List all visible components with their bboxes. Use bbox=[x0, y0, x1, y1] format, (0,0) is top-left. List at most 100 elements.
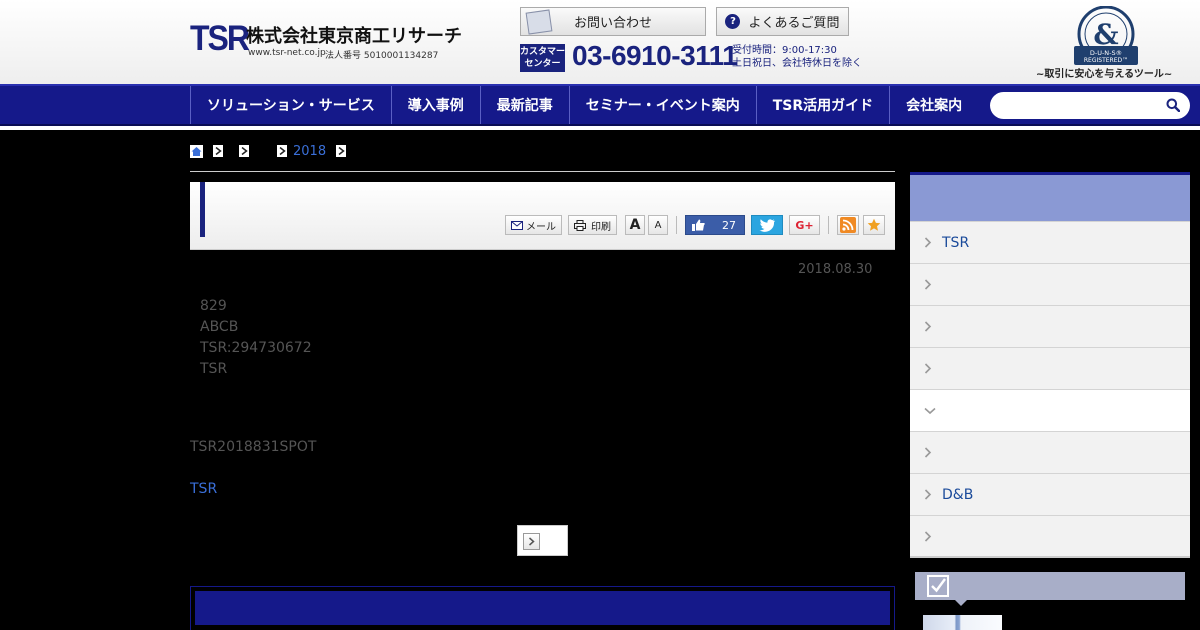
chevron-right-icon bbox=[924, 237, 932, 248]
customer-center-phone[interactable]: 03-6910-3111 bbox=[572, 40, 738, 72]
font-size-small-button[interactable]: A bbox=[648, 215, 668, 235]
sidebar-item-6[interactable] bbox=[910, 431, 1190, 473]
nav-underline bbox=[0, 126, 1200, 130]
twitter-share-button[interactable] bbox=[751, 215, 783, 235]
checklist-thumbnail[interactable] bbox=[923, 615, 1002, 630]
article-note: TSR2018831SPOT bbox=[190, 439, 317, 455]
chevron-right-icon bbox=[239, 145, 249, 157]
title-rule bbox=[190, 171, 895, 172]
article-line-1: 829 bbox=[200, 298, 227, 314]
home-icon[interactable] bbox=[190, 144, 203, 158]
chevron-right-icon bbox=[523, 533, 540, 550]
tool-separator bbox=[828, 216, 829, 234]
site-url: www.tsr-net.co.jp bbox=[248, 48, 326, 58]
logo-mark: TSR bbox=[190, 18, 250, 58]
checkbox-icon bbox=[927, 575, 949, 597]
chevron-right-icon bbox=[924, 447, 932, 458]
sidebar-header bbox=[910, 175, 1190, 221]
sidebar-item-tsr[interactable]: TSR bbox=[910, 221, 1190, 263]
sidebar-item-label: D&B bbox=[942, 486, 974, 503]
sidebar-item-label: TSR bbox=[942, 234, 970, 251]
article-line-4: TSR bbox=[200, 361, 228, 377]
chevron-right-icon bbox=[924, 531, 932, 542]
search-icon[interactable] bbox=[1166, 98, 1180, 112]
thumbs-up-icon bbox=[692, 219, 705, 231]
breadcrumb: 2018 bbox=[190, 143, 352, 159]
contact-button[interactable]: お問い合わせ bbox=[520, 7, 706, 36]
faq-button[interactable]: ? よくあるご質問 bbox=[716, 7, 849, 36]
nav-item-solutions[interactable]: ソリューション・サービス bbox=[190, 86, 391, 124]
mail-icon bbox=[511, 220, 523, 230]
related-panel bbox=[190, 586, 895, 630]
font-size-large-button[interactable]: A bbox=[625, 215, 645, 235]
sidebar-item-8[interactable] bbox=[910, 515, 1190, 557]
mail-label: メール bbox=[526, 221, 556, 233]
article-title-bar: メール 印刷 A A 27 G+ bbox=[190, 182, 895, 250]
corporate-number: 法人番号 5010001134287 bbox=[325, 51, 439, 61]
sidebar-item-dnb[interactable]: D&B bbox=[910, 473, 1190, 515]
print-icon bbox=[574, 219, 586, 231]
favorite-button[interactable] bbox=[863, 215, 885, 235]
nav-item-latest-articles[interactable]: 最新記事 bbox=[479, 86, 569, 124]
search-box bbox=[990, 92, 1190, 119]
article-tools: メール 印刷 A A 27 G+ bbox=[505, 214, 891, 236]
related-panel-header bbox=[195, 591, 890, 625]
customer-center-hours: 受付時間：9:00-17:30 土日祝日、会社特休日を除く bbox=[732, 44, 862, 70]
site-header: TSR 株式会社東京商工リサーチ www.tsr-net.co.jp 法人番号 … bbox=[0, 0, 1200, 84]
contact-button-label: お問い合わせ bbox=[573, 16, 652, 31]
chevron-right-icon bbox=[924, 489, 932, 500]
checklist-header-notch bbox=[955, 600, 967, 606]
title-accent-bar bbox=[200, 182, 205, 237]
chevron-right-icon bbox=[924, 363, 932, 374]
chevron-right-icon bbox=[924, 321, 932, 332]
duns-registered-seal-icon[interactable]: & D-U-N-S® REGISTERED™ bbox=[1072, 6, 1140, 66]
article-line-2: ABCB bbox=[200, 319, 239, 335]
sidebar-item-4[interactable] bbox=[910, 347, 1190, 389]
site-logo[interactable]: TSR 株式会社東京商工リサーチ www.tsr-net.co.jp 法人番号 … bbox=[190, 18, 462, 63]
print-label: 印刷 bbox=[591, 221, 611, 233]
facebook-like-button[interactable]: 27 bbox=[685, 215, 745, 235]
sidebar-item-3[interactable] bbox=[910, 305, 1190, 347]
article-more-button[interactable] bbox=[517, 525, 568, 556]
tool-separator bbox=[676, 216, 677, 234]
holidays-text: 土日祝日、会社特休日を除く bbox=[732, 58, 862, 69]
faq-button-label: よくあるご質問 bbox=[748, 16, 840, 31]
customer-center-badge: カスタマー センター bbox=[520, 44, 565, 72]
global-nav: ソリューション・サービス 導入事例 最新記事 セミナー・イベント案内 TSR活用… bbox=[0, 84, 1200, 126]
breadcrumb-year[interactable]: 2018 bbox=[293, 144, 326, 159]
like-count: 27 bbox=[722, 218, 736, 232]
sidebar-item-5-expanded[interactable] bbox=[910, 389, 1190, 431]
print-button[interactable]: 印刷 bbox=[568, 215, 617, 235]
search-input[interactable] bbox=[1002, 92, 1167, 119]
nav-item-guide[interactable]: TSR活用ガイド bbox=[755, 86, 889, 124]
customer-center-line1: カスタマー bbox=[520, 47, 566, 57]
sidebar-item-2[interactable] bbox=[910, 263, 1190, 305]
svg-text:D-U-N-S®: D-U-N-S® bbox=[1090, 49, 1122, 57]
twitter-bird-icon bbox=[759, 218, 775, 232]
sidebar-menu: TSR D&B bbox=[910, 172, 1190, 558]
mail-share-button[interactable]: メール bbox=[505, 215, 562, 235]
article-line-3: TSR:294730672 bbox=[200, 340, 312, 356]
duns-tagline: ~取引に安心を与えるツール~ bbox=[1036, 69, 1173, 80]
nav-item-seminars[interactable]: セミナー・イベント案内 bbox=[568, 86, 756, 124]
chevron-right-icon bbox=[924, 279, 932, 290]
svg-text:REGISTERED™: REGISTERED™ bbox=[1084, 57, 1128, 64]
chevron-down-icon bbox=[924, 407, 936, 414]
rss-icon bbox=[840, 217, 856, 233]
article-tsr-link[interactable]: TSR bbox=[190, 481, 217, 497]
google-plus-share-button[interactable]: G+ bbox=[789, 215, 820, 235]
chevron-right-icon bbox=[277, 145, 287, 157]
nav-menu: ソリューション・サービス 導入事例 最新記事 セミナー・イベント案内 TSR活用… bbox=[190, 86, 978, 124]
chevron-right-icon bbox=[213, 145, 223, 157]
chevron-right-icon bbox=[336, 145, 347, 157]
nav-item-company[interactable]: 会社案内 bbox=[889, 86, 978, 124]
sidebar-checklist-box bbox=[915, 572, 1185, 630]
rss-feed-button[interactable] bbox=[837, 215, 859, 235]
checklist-header bbox=[915, 572, 1185, 600]
question-icon: ? bbox=[725, 14, 741, 29]
article-date: 2018.08.30 bbox=[798, 262, 873, 277]
nav-item-case-studies[interactable]: 導入事例 bbox=[390, 86, 480, 124]
contact-mail-icon bbox=[525, 9, 553, 35]
hours-text: 受付時間：9:00-17:30 bbox=[732, 45, 837, 56]
company-name: 株式会社東京商工リサーチ bbox=[246, 26, 462, 47]
